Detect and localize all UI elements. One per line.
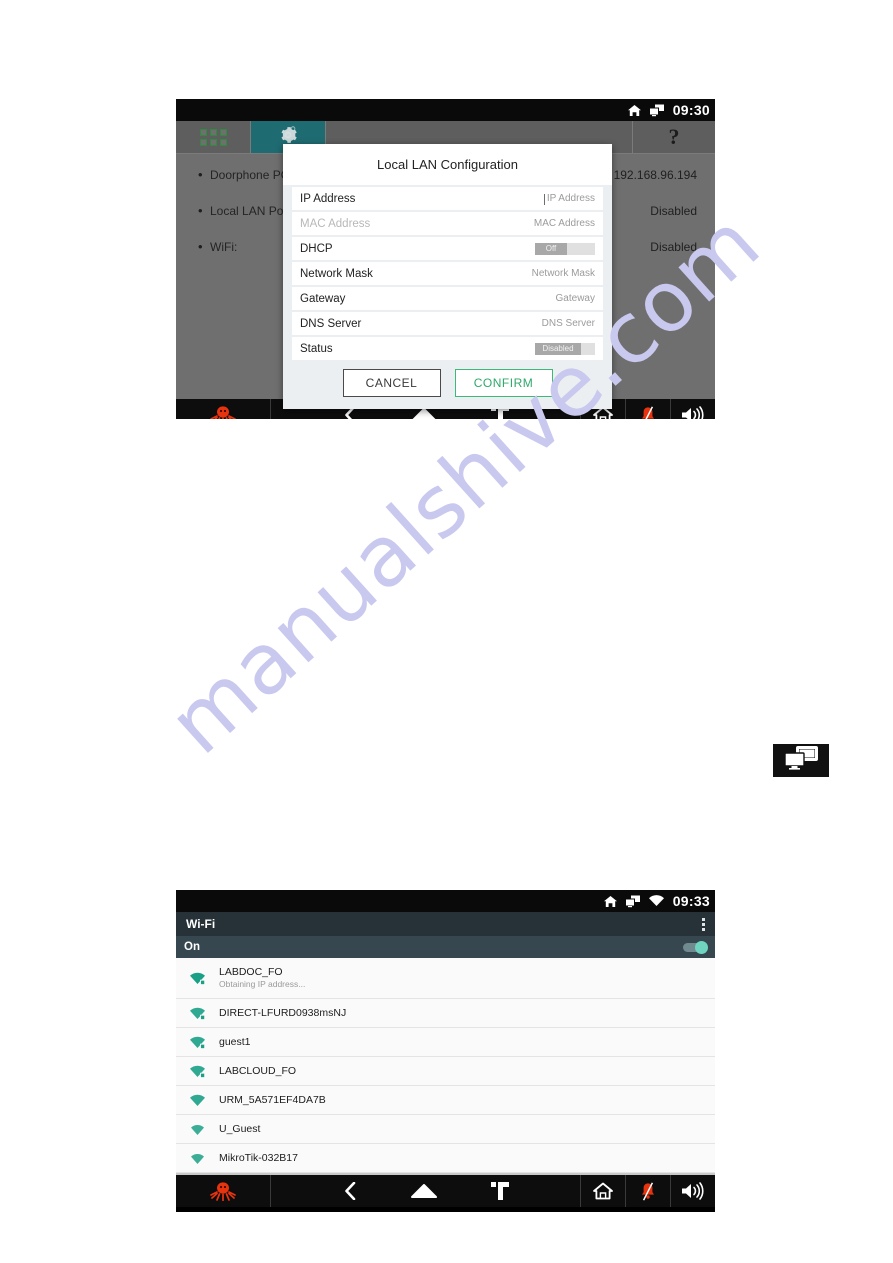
dhcp-toggle-label: Off [545, 243, 557, 253]
field-network-mask[interactable]: Network Mask Network Mask [292, 262, 603, 285]
wifi-power-label: On [184, 941, 200, 953]
wifi-network-list: LABDOC_FO Obtaining IP address... DIRECT… [176, 958, 715, 1173]
wifi-ssid: LABDOC_FO [219, 966, 283, 979]
network-lan-icon-callout [773, 744, 829, 777]
wifi-icon [648, 895, 665, 907]
settings-value: 192.168.96.194 [613, 168, 697, 182]
field-mac-address: MAC Address MAC Address [292, 212, 603, 235]
cancel-button[interactable]: CANCEL [342, 369, 441, 397]
dhcp-toggle[interactable]: Off [535, 242, 595, 255]
wifi-ssid: guest1 [219, 1035, 251, 1048]
status-toggle[interactable]: Disabled [535, 342, 595, 355]
wifi-signal-secured-icon [189, 1036, 219, 1049]
list-item[interactable]: LABDOC_FO Obtaining IP address... [176, 958, 715, 999]
navigation-bar-bottom [176, 1173, 715, 1207]
wifi-ssid: DIRECT-LFURD0938msNJ [219, 1006, 347, 1019]
list-item[interactable]: URM_5A571EF4DA7B [176, 1086, 715, 1115]
bullet-icon: • [198, 167, 203, 182]
status-bar-top: 09:30 [176, 99, 715, 121]
house-icon[interactable] [580, 1175, 625, 1207]
field-label: DNS Server [300, 317, 362, 330]
field-label: MAC Address [300, 217, 371, 230]
status-toggle-label: Disabled [542, 343, 574, 353]
bell-muted-icon[interactable] [625, 399, 670, 419]
field-dns-server[interactable]: DNS Server DNS Server [292, 312, 603, 335]
home-icon[interactable] [410, 1175, 437, 1207]
page-title: Wi-Fi [186, 917, 216, 931]
wifi-power-row[interactable]: On [176, 936, 715, 958]
field-placeholder: MAC Address [533, 218, 595, 229]
wifi-ssid: U_Guest [219, 1122, 261, 1135]
wifi-ssid: LABCLOUD_FO [219, 1064, 297, 1077]
kebab-menu-icon[interactable] [702, 917, 705, 931]
settings-label: WiFi: [210, 240, 238, 254]
wifi-signal-secured-icon [189, 972, 219, 985]
recent-apps-icon[interactable] [490, 1175, 509, 1207]
wifi-screenshot: 09:33 Wi-Fi On LABDOC_FO Obtaining IP ad… [176, 890, 715, 1212]
settings-value: Disabled [650, 240, 697, 254]
field-placeholder: Gateway [555, 293, 595, 304]
home-icon [603, 895, 618, 908]
field-gateway[interactable]: Gateway Gateway [292, 287, 603, 310]
list-item[interactable]: U_Guest [176, 1115, 715, 1144]
home-icon [627, 104, 642, 117]
wifi-toggle[interactable] [683, 940, 708, 954]
network-icon [624, 895, 641, 908]
wifi-signal-icon [189, 1152, 219, 1165]
octopus-logo-icon[interactable] [176, 1175, 271, 1207]
field-label: DHCP [300, 242, 333, 255]
network-icon [648, 104, 665, 117]
field-placeholder: DNS Server [541, 318, 595, 329]
wifi-status: Obtaining IP address... [219, 979, 306, 990]
local-lan-configuration-dialog: Local LAN Configuration IP Address IP Ad… [283, 144, 612, 409]
dialog-fields: IP Address IP Address MAC Address MAC Ad… [283, 185, 612, 360]
status-time: 09:33 [672, 893, 710, 909]
settings-content: ? • Doorphone POE: 192.168.96.194 • Loca… [176, 121, 715, 409]
apps-grid-tab[interactable] [176, 121, 251, 153]
settings-label: Local LAN Port: [210, 204, 295, 218]
list-item[interactable]: DIRECT-LFURD0938msNJ [176, 999, 715, 1028]
field-label: IP Address [300, 192, 356, 205]
field-placeholder: IP Address [543, 193, 595, 205]
bullet-icon: • [198, 203, 203, 218]
list-item[interactable]: LABCLOUD_FO [176, 1057, 715, 1086]
wifi-signal-icon [189, 1094, 219, 1107]
octopus-logo-icon[interactable] [176, 399, 271, 419]
volume-icon[interactable] [670, 399, 715, 419]
wifi-signal-secured-icon [189, 1065, 219, 1078]
help-button[interactable]: ? [633, 121, 715, 153]
field-label: Network Mask [300, 267, 373, 280]
field-ip-address[interactable]: IP Address IP Address [292, 187, 603, 210]
settings-screenshot: 09:30 ? • Doorphone POE: 192.168.96.194 … [176, 99, 715, 419]
nav-center-buttons [271, 1175, 580, 1207]
grid-icon [199, 128, 227, 146]
volume-icon[interactable] [670, 1175, 715, 1207]
field-dhcp[interactable]: DHCP Off [292, 237, 603, 260]
bell-muted-icon[interactable] [625, 1175, 670, 1207]
field-label: Status [300, 342, 333, 355]
wifi-ssid: MikroTik-032B17 [219, 1151, 298, 1164]
wifi-signal-secured-icon [189, 1007, 219, 1020]
status-bar-bottom: 09:33 [176, 890, 715, 912]
field-status[interactable]: Status Disabled [292, 337, 603, 360]
dialog-actions: CANCEL CONFIRM [283, 362, 612, 409]
list-item[interactable]: guest1 [176, 1028, 715, 1057]
list-item[interactable]: MikroTik-032B17 [176, 1144, 715, 1173]
bullet-icon: • [198, 239, 203, 254]
settings-value: Disabled [650, 204, 697, 218]
field-label: Gateway [300, 292, 346, 305]
back-icon[interactable] [343, 1175, 357, 1207]
dialog-title: Local LAN Configuration [283, 144, 612, 185]
wifi-signal-icon [189, 1123, 219, 1136]
confirm-button[interactable]: CONFIRM [454, 369, 553, 397]
status-time: 09:30 [672, 102, 710, 118]
wifi-header: Wi-Fi [176, 912, 715, 936]
field-placeholder: Network Mask [531, 268, 595, 279]
wifi-ssid: URM_5A571EF4DA7B [219, 1093, 326, 1106]
nav-right-buttons [580, 1175, 715, 1207]
network-lan-icon [784, 746, 818, 775]
